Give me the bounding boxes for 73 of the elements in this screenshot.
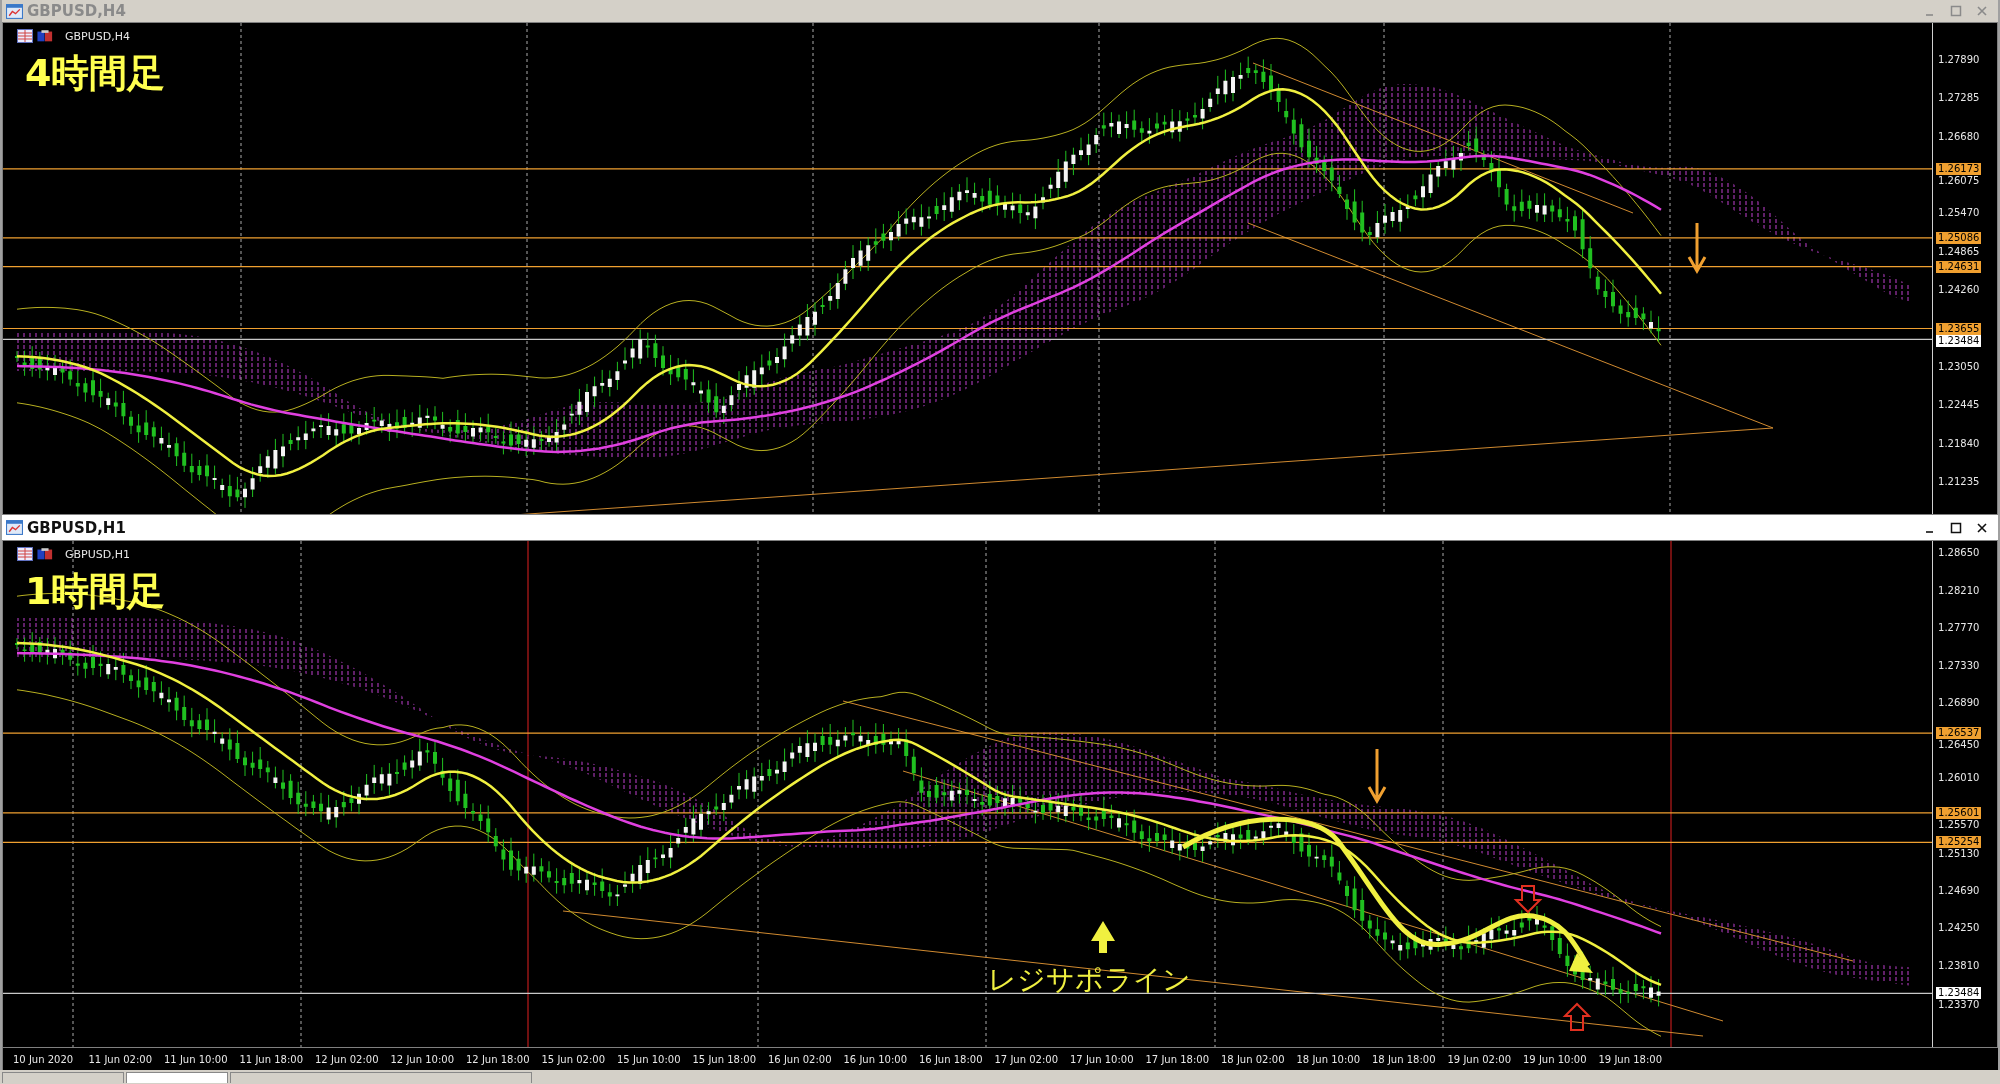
time-label: 19 Jun 18:00: [1598, 1053, 1664, 1065]
price-tick-label: 1.22445: [1937, 399, 1981, 412]
price-tick-label: 1.25570: [1937, 818, 1981, 831]
price-tick-label: 1.24260: [1937, 284, 1981, 297]
chart-tab[interactable]: [126, 1072, 228, 1083]
time-label: 18 Jun 18:00: [1372, 1053, 1437, 1065]
maximize-icon[interactable]: [1950, 521, 1962, 534]
price-tick-label: 1.25470: [1937, 207, 1981, 220]
chart-tab[interactable]: [2, 1072, 124, 1083]
bid-price-label: 1.23484: [1936, 987, 1982, 1000]
time-label: 10 Jun 2020: [13, 1053, 75, 1065]
chart-window-icon: [6, 3, 23, 19]
price-tick-label: 1.24250: [1937, 922, 1981, 934]
price-tick-label: 1.21235: [1937, 476, 1981, 488]
price-tick-label: 1.27330: [1937, 659, 1981, 672]
price-tick-label: 1.25130: [1937, 848, 1981, 861]
price-level-label: 1.24631: [1936, 260, 1982, 273]
time-label: 15 Jun 10:00: [617, 1053, 682, 1065]
time-label: 17 Jun 18:00: [1145, 1053, 1211, 1065]
time-label: 18 Jun 02:00: [1221, 1053, 1286, 1065]
price-tick-label: 1.23050: [1937, 360, 1981, 373]
chart-symbol-label: GBPUSD,H4: [65, 29, 130, 43]
time-label: 15 Jun 02:00: [541, 1053, 607, 1065]
close-icon[interactable]: [1976, 521, 1988, 534]
price-tick-label: 1.26010: [1937, 772, 1981, 784]
price-level-label: 1.23655: [1936, 322, 1982, 335]
price-level-label: 1.26173: [1936, 162, 1982, 175]
price-level-label: 1.25601: [1936, 806, 1982, 819]
down-arrow-icon: [1367, 747, 1387, 805]
time-label: 11 Jun 10:00: [164, 1053, 229, 1065]
window-title: GBPUSD,H4: [27, 2, 126, 20]
price-tick-label: 1.28210: [1937, 584, 1981, 597]
price-tick-label: 1.26450: [1937, 739, 1981, 752]
price-tick-label: 1.27285: [1937, 92, 1981, 105]
time-label: 16 Jun 10:00: [843, 1053, 909, 1065]
price-tick-label: 1.27770: [1937, 622, 1981, 634]
time-label: 15 Jun 18:00: [692, 1053, 758, 1065]
time-label: 16 Jun 02:00: [768, 1053, 833, 1065]
price-level-label: 1.25254: [1936, 836, 1982, 849]
up-arrow-icon: [1091, 921, 1115, 953]
time-label: 12 Jun 10:00: [390, 1053, 456, 1065]
time-label: 11 Jun 18:00: [239, 1053, 305, 1065]
price-tick-label: 1.24865: [1937, 245, 1981, 258]
time-label: 11 Jun 02:00: [88, 1053, 154, 1065]
time-label: 16 Jun 18:00: [919, 1053, 984, 1065]
chart-tab[interactable]: [230, 1072, 532, 1083]
time-label: 19 Jun 02:00: [1447, 1053, 1513, 1065]
time-label: 18 Jun 10:00: [1296, 1053, 1362, 1065]
price-tick-label: 1.26890: [1937, 697, 1981, 709]
time-label: 17 Jun 02:00: [994, 1053, 1060, 1065]
price-tick-label: 1.21840: [1937, 437, 1981, 450]
down-arrow-icon: [1687, 221, 1707, 275]
price-level-label: 1.26537: [1936, 727, 1982, 740]
price-tick-label: 1.27890: [1937, 54, 1981, 66]
up-arrow-icon: [1562, 1002, 1592, 1031]
price-tick-label: 1.24690: [1937, 884, 1981, 897]
table-icon: [17, 547, 33, 561]
time-label: 17 Jun 10:00: [1070, 1053, 1135, 1065]
time-label: 19 Jun 10:00: [1523, 1053, 1588, 1065]
price-tick-label: 1.28650: [1937, 547, 1981, 559]
chart-symbol-label: GBPUSD,H1: [65, 547, 130, 561]
table-icon: [17, 29, 33, 43]
price-tick-label: 1.23370: [1937, 999, 1981, 1012]
timeframe-caption: 4時間足: [25, 53, 166, 95]
price-tick-label: 1.26680: [1937, 130, 1981, 143]
price-tick-label: 1.23810: [1937, 959, 1981, 972]
price-level-label: 1.25086: [1936, 231, 1982, 244]
down-arrow-icon: [1513, 885, 1543, 914]
time-label: 12 Jun 18:00: [466, 1053, 531, 1065]
chart-window-icon: [6, 520, 23, 535]
window-title: GBPUSD,H1: [27, 518, 126, 537]
price-tick-label: 1.26075: [1937, 174, 1981, 187]
time-label: 12 Jun 02:00: [315, 1053, 380, 1065]
